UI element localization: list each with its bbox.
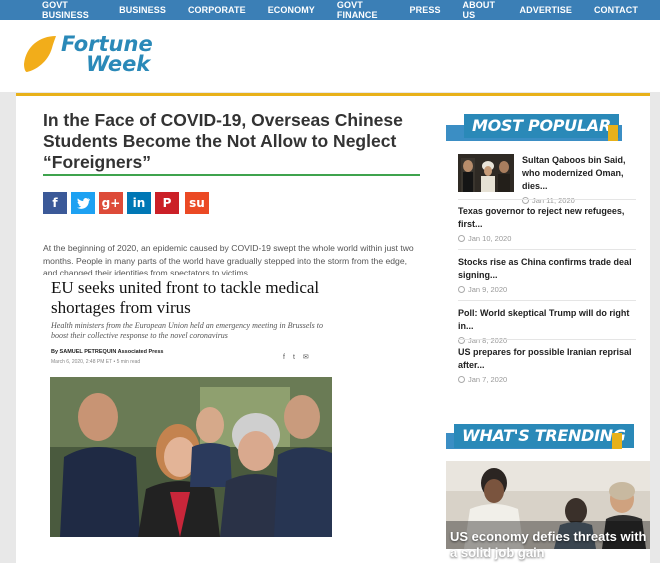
popular-thumbnail[interactable] — [458, 154, 514, 192]
popular-item-date: Jan 9, 2020 — [458, 285, 636, 294]
top-nav: GOVT BUSINESS BUSINESS CORPORATE ECONOMY… — [0, 0, 660, 20]
popular-item-5[interactable]: US prepares for possible Iranian reprisa… — [458, 346, 636, 384]
popular-date-text: Jan 9, 2020 — [468, 285, 508, 294]
share-linkedin-button[interactable]: in — [127, 192, 151, 214]
popular-item-title[interactable]: Texas governor to reject new refugees, f… — [458, 205, 636, 231]
popular-item-1[interactable]: Sultan Qaboos bin Said, who modernized O… — [522, 154, 640, 205]
facebook-icon: f — [283, 354, 285, 361]
twitter-icon — [76, 197, 90, 209]
embed-headline: EU seeks united front to tackle medical … — [51, 278, 320, 317]
nav-about-us[interactable]: ABOUT US — [463, 0, 498, 20]
popular-item-title[interactable]: Stocks rise as China confirms trade deal… — [458, 256, 636, 282]
nav-govt-business[interactable]: GOVT BUSINESS — [42, 0, 97, 20]
logo-line-1: Fortune — [61, 32, 153, 56]
popular-item-title[interactable]: Poll: World skeptical Trump will do righ… — [458, 307, 636, 333]
popular-item-date: Jan 8, 2020 — [458, 336, 636, 345]
nav-business[interactable]: BUSINESS — [119, 5, 166, 15]
popular-date-text: Jan 7, 2020 — [468, 375, 508, 384]
trending-caption[interactable]: US economy defies threats with a solid j… — [450, 529, 650, 561]
popular-item-date: Jan 7, 2020 — [458, 375, 636, 384]
popular-divider — [458, 249, 636, 250]
trending-heading: WHAT'S TRENDING — [454, 424, 634, 448]
popular-item-2[interactable]: Texas governor to reject new refugees, f… — [458, 205, 636, 243]
clock-icon — [458, 235, 465, 242]
twitter-icon: t — [292, 354, 295, 361]
share-facebook-button[interactable]: f — [43, 192, 67, 214]
share-google-plus-button[interactable]: g+ — [99, 192, 123, 214]
nav-corporate[interactable]: CORPORATE — [188, 5, 246, 15]
embed-date: March 6, 2020, 2:48 PM ET • 5 min read — [51, 359, 141, 365]
trending-accent — [612, 433, 622, 449]
logo-wordmark[interactable]: Fortune Week — [61, 32, 153, 76]
logo-leaf-icon[interactable] — [22, 34, 58, 74]
most-popular-accent — [608, 125, 618, 141]
popular-divider — [458, 300, 636, 301]
popular-item-date: Jan 11, 2020 — [522, 196, 640, 205]
nav-govt-finance[interactable]: GOVT FINANCE — [337, 0, 388, 20]
popular-date-text: Jan 10, 2020 — [468, 234, 512, 243]
stumbleupon-icon: su — [189, 196, 205, 210]
logo-line-2: Week — [86, 52, 151, 76]
popular-date-text: Jan 11, 2020 — [532, 196, 575, 205]
embedded-news-screenshot: EU seeks united front to tackle medical … — [43, 275, 423, 549]
clock-icon — [458, 286, 465, 293]
popular-divider — [458, 199, 636, 200]
popular-divider — [458, 339, 636, 340]
embed-photo — [50, 377, 332, 537]
linkedin-icon: in — [132, 196, 146, 210]
share-pinterest-button[interactable]: P — [155, 192, 179, 214]
popular-date-text: Jan 8, 2020 — [468, 336, 508, 345]
nav-advertise[interactable]: ADVERTISE — [520, 5, 572, 15]
share-twitter-button[interactable] — [71, 192, 95, 214]
embed-byline: By SAMUEL PETREQUIN Associated Press — [51, 349, 164, 355]
nav-economy[interactable]: ECONOMY — [268, 5, 315, 15]
clock-icon — [458, 376, 465, 383]
share-stumbleupon-button[interactable]: su — [185, 192, 209, 214]
nav-press[interactable]: PRESS — [410, 5, 441, 15]
article-title: In the Face of COVID-19, Overseas Chines… — [43, 110, 403, 172]
popular-item-3[interactable]: Stocks rise as China confirms trade deal… — [458, 256, 636, 294]
pinterest-icon: P — [162, 196, 172, 210]
email-icon: ✉ — [302, 354, 309, 361]
nav-contact[interactable]: CONTACT — [594, 5, 638, 15]
popular-item-title[interactable]: US prepares for possible Iranian reprisa… — [458, 346, 636, 372]
facebook-icon: f — [52, 196, 58, 210]
embed-subhead: Health ministers from the European Union… — [51, 321, 323, 340]
google-plus-icon: g+ — [101, 196, 121, 210]
popular-item-title[interactable]: Sultan Qaboos bin Said, who modernized O… — [522, 154, 640, 193]
most-popular-heading: MOST POPULAR — [464, 114, 619, 138]
embed-share-icons: f t ✉ — [283, 353, 317, 361]
title-divider — [43, 174, 420, 176]
popular-item-date: Jan 10, 2020 — [458, 234, 636, 243]
